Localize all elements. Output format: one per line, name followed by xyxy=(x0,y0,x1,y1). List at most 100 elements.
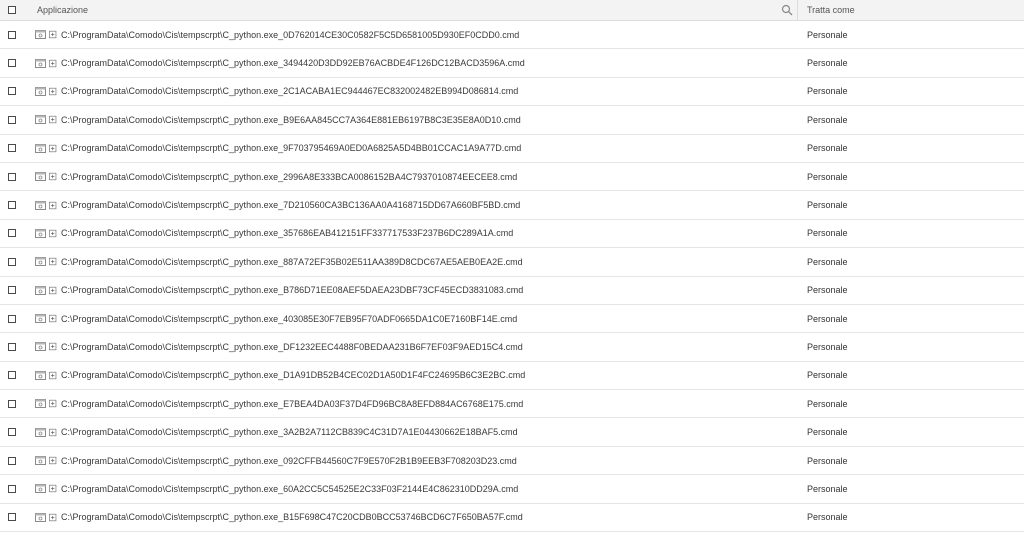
row-checkbox-cell[interactable] xyxy=(0,59,24,68)
row-checkbox[interactable] xyxy=(8,314,16,323)
application-path: C:\ProgramData\Comodo\Cis\tempscrpt\C_py… xyxy=(61,29,520,40)
row-checkbox[interactable] xyxy=(8,257,16,266)
row-treat-as-cell[interactable]: Personale xyxy=(798,285,1024,295)
expand-icon[interactable] xyxy=(49,30,58,39)
table-row[interactable]: C:\ProgramData\Comodo\Cis\tempscrpt\C_py… xyxy=(0,447,1024,476)
row-checkbox[interactable] xyxy=(8,286,16,295)
row-checkbox[interactable] xyxy=(8,229,16,238)
treat-as-value: Personale xyxy=(807,228,848,239)
row-checkbox[interactable] xyxy=(8,342,16,351)
row-checkbox[interactable] xyxy=(8,371,16,380)
expand-icon[interactable] xyxy=(49,428,58,437)
row-checkbox-cell[interactable] xyxy=(0,456,24,465)
row-checkbox[interactable] xyxy=(8,144,16,153)
row-checkbox-cell[interactable] xyxy=(0,371,24,380)
table-row[interactable]: C:\ProgramData\Comodo\Cis\tempscrpt\C_py… xyxy=(0,220,1024,249)
row-treat-as-cell[interactable]: Personale xyxy=(798,370,1024,380)
row-treat-as-cell[interactable]: Personale xyxy=(798,115,1024,125)
row-checkbox-cell[interactable] xyxy=(0,172,24,181)
row-checkbox[interactable] xyxy=(8,115,16,124)
table-row[interactable]: C:\ProgramData\Comodo\Cis\tempscrpt\C_py… xyxy=(0,418,1024,447)
table-row[interactable]: C:\ProgramData\Comodo\Cis\tempscrpt\C_py… xyxy=(0,277,1024,305)
row-treat-as-cell[interactable]: Personale xyxy=(798,200,1024,210)
expand-icon[interactable] xyxy=(49,456,58,465)
row-checkbox-cell[interactable] xyxy=(0,286,24,295)
row-treat-as-cell[interactable]: Personale xyxy=(798,427,1024,437)
select-all-checkbox[interactable] xyxy=(8,6,16,14)
row-checkbox-cell[interactable] xyxy=(0,484,24,493)
expand-icon[interactable] xyxy=(49,115,58,124)
table-row[interactable]: C:\ProgramData\Comodo\Cis\tempscrpt\C_py… xyxy=(0,163,1024,192)
row-checkbox-cell[interactable] xyxy=(0,342,24,351)
row-checkbox[interactable] xyxy=(8,428,16,437)
row-treat-as-cell[interactable]: Personale xyxy=(798,143,1024,153)
row-treat-as-cell[interactable]: Personale xyxy=(798,86,1024,96)
row-checkbox[interactable] xyxy=(8,87,16,96)
expand-icon[interactable] xyxy=(49,59,58,68)
table-row[interactable]: C:\ProgramData\Comodo\Cis\tempscrpt\C_py… xyxy=(0,362,1024,391)
table-row[interactable]: C:\ProgramData\Comodo\Cis\tempscrpt\C_py… xyxy=(0,21,1024,50)
row-checkbox-cell[interactable] xyxy=(0,314,24,323)
row-treat-as-cell[interactable]: Personale xyxy=(798,456,1024,466)
row-treat-as-cell[interactable]: Personale xyxy=(798,314,1024,324)
row-checkbox-cell[interactable] xyxy=(0,87,24,96)
expand-icon[interactable] xyxy=(49,257,58,266)
row-checkbox[interactable] xyxy=(8,456,16,465)
search-icon[interactable] xyxy=(781,4,793,16)
table-row[interactable]: C:\ProgramData\Comodo\Cis\tempscrpt\C_py… xyxy=(0,333,1024,362)
table-row[interactable]: C:\ProgramData\Comodo\Cis\tempscrpt\C_py… xyxy=(0,475,1024,504)
expand-icon[interactable] xyxy=(49,513,58,522)
row-treat-as-cell[interactable]: Personale xyxy=(798,399,1024,409)
row-treat-as-cell[interactable]: Personale xyxy=(798,172,1024,182)
expand-icon[interactable] xyxy=(49,314,58,323)
expand-icon[interactable] xyxy=(49,87,58,96)
row-treat-as-cell[interactable]: Personale xyxy=(798,484,1024,494)
application-icon xyxy=(35,228,46,238)
row-treat-as-cell[interactable]: Personale xyxy=(798,58,1024,68)
row-checkbox-cell[interactable] xyxy=(0,513,24,522)
expand-icon[interactable] xyxy=(49,484,58,493)
application-icon xyxy=(35,342,46,352)
row-treat-as-cell[interactable]: Personale xyxy=(798,30,1024,40)
table-row[interactable]: C:\ProgramData\Comodo\Cis\tempscrpt\C_py… xyxy=(0,49,1024,78)
expand-icon[interactable] xyxy=(49,229,58,238)
row-checkbox[interactable] xyxy=(8,399,16,408)
row-treat-as-cell[interactable]: Personale xyxy=(798,228,1024,238)
row-checkbox-cell[interactable] xyxy=(0,115,24,124)
row-treat-as-cell[interactable]: Personale xyxy=(798,342,1024,352)
row-checkbox-cell[interactable] xyxy=(0,428,24,437)
expand-icon[interactable] xyxy=(49,172,58,181)
row-checkbox[interactable] xyxy=(8,172,16,181)
table-row[interactable]: C:\ProgramData\Comodo\Cis\tempscrpt\C_py… xyxy=(0,248,1024,277)
row-checkbox[interactable] xyxy=(8,30,16,39)
row-checkbox-cell[interactable] xyxy=(0,30,24,39)
select-all-cell[interactable] xyxy=(0,6,24,14)
row-checkbox[interactable] xyxy=(8,201,16,210)
row-checkbox[interactable] xyxy=(8,484,16,493)
expand-icon[interactable] xyxy=(49,342,58,351)
row-checkbox-cell[interactable] xyxy=(0,229,24,238)
row-checkbox[interactable] xyxy=(8,513,16,522)
table-row[interactable]: C:\ProgramData\Comodo\Cis\tempscrpt\C_py… xyxy=(0,135,1024,163)
expand-icon[interactable] xyxy=(49,201,58,210)
expand-icon[interactable] xyxy=(49,399,58,408)
row-checkbox-cell[interactable] xyxy=(0,201,24,210)
table-row[interactable]: C:\ProgramData\Comodo\Cis\tempscrpt\C_py… xyxy=(0,390,1024,419)
column-header-application[interactable]: Applicazione xyxy=(24,0,798,20)
row-treat-as-cell[interactable]: Personale xyxy=(798,512,1024,522)
treat-as-value: Personale xyxy=(807,483,848,494)
table-row[interactable]: C:\ProgramData\Comodo\Cis\tempscrpt\C_py… xyxy=(0,191,1024,220)
table-row[interactable]: C:\ProgramData\Comodo\Cis\tempscrpt\C_py… xyxy=(0,106,1024,135)
row-checkbox-cell[interactable] xyxy=(0,144,24,153)
table-row[interactable]: C:\ProgramData\Comodo\Cis\tempscrpt\C_py… xyxy=(0,504,1024,533)
row-checkbox-cell[interactable] xyxy=(0,257,24,266)
row-treat-as-cell[interactable]: Personale xyxy=(798,257,1024,267)
expand-icon[interactable] xyxy=(49,144,58,153)
column-header-treat-as[interactable]: Tratta come xyxy=(798,5,1024,15)
table-row[interactable]: C:\ProgramData\Comodo\Cis\tempscrpt\C_py… xyxy=(0,305,1024,334)
expand-icon[interactable] xyxy=(49,371,58,380)
table-row[interactable]: C:\ProgramData\Comodo\Cis\tempscrpt\C_py… xyxy=(0,78,1024,107)
row-checkbox[interactable] xyxy=(8,59,16,68)
row-checkbox-cell[interactable] xyxy=(0,399,24,408)
expand-icon[interactable] xyxy=(49,286,58,295)
